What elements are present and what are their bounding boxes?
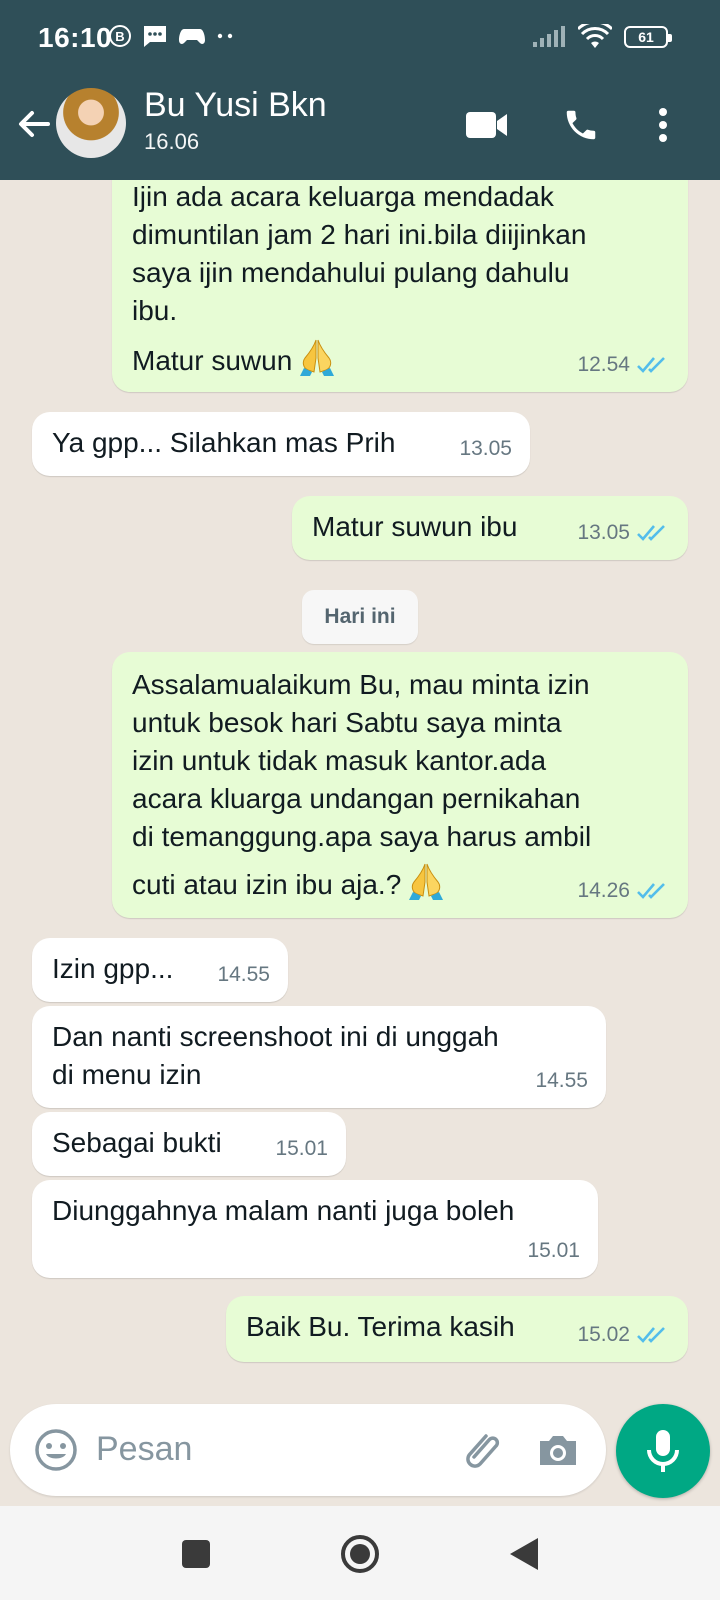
message-icon <box>144 26 166 47</box>
message-meta: 15.02 <box>577 1316 670 1354</box>
toolbar: Bu Yusi Bkn 16.06 <box>0 78 720 180</box>
contact-name: Bu Yusi Bkn <box>144 86 327 124</box>
message-text: Assalamualaikum Bu, mau minta izin untuk… <box>132 669 592 852</box>
message-bubble-incoming[interactable]: Sebagai bukti 15.01 <box>32 1112 346 1176</box>
message-time: 13.05 <box>577 521 630 544</box>
message-meta: 13.05 <box>459 430 512 468</box>
contact-info[interactable]: Bu Yusi Bkn 16.06 <box>144 86 327 155</box>
message-text: Matur suwun <box>132 345 293 376</box>
message-time: 15.01 <box>527 1239 580 1262</box>
recents-button[interactable] <box>172 1530 220 1578</box>
message-text: Diunggahnya malam nanti juga boleh <box>52 1195 515 1226</box>
message-bubble-incoming[interactable]: Izin gpp... 14.55 <box>32 938 288 1002</box>
status-system-icons: 61 <box>532 24 672 50</box>
voice-call-button[interactable] <box>556 100 606 150</box>
status-bar: 16:10 B 61 <box>0 0 720 78</box>
message-time: 14.26 <box>577 879 630 902</box>
message-list[interactable]: Ijin ada acara keluarga mendadak dimunti… <box>0 180 720 1406</box>
battery-indicator: 61 <box>624 26 672 48</box>
triangle-back-icon <box>510 1538 538 1570</box>
signal-icon <box>533 26 565 47</box>
message-meta: 15.01 <box>527 1232 580 1270</box>
message-meta: 12.54 <box>577 346 670 384</box>
message-time: 15.02 <box>577 1323 630 1346</box>
back-nav-button[interactable] <box>500 1530 548 1578</box>
wifi-icon <box>578 24 612 48</box>
more-options-button[interactable] <box>638 100 688 150</box>
video-call-button[interactable] <box>462 100 512 150</box>
message-meta: 14.55 <box>217 956 270 994</box>
message-time: 12.54 <box>577 353 630 376</box>
message-bubble-outgoing[interactable]: Ijin ada acara keluarga mendadak dimunti… <box>112 180 688 392</box>
date-divider: Hari ini <box>302 590 418 644</box>
mic-icon <box>647 1430 679 1472</box>
message-meta: 13.05 <box>577 514 670 552</box>
chat-header: 16:10 B 61 Bu Yusi Bkn 16.06 <box>0 0 720 180</box>
message-time: 14.55 <box>535 1069 588 1092</box>
message-meta: 14.55 <box>535 1062 588 1100</box>
message-bubble-outgoing[interactable]: Assalamualaikum Bu, mau minta izin untuk… <box>112 652 688 918</box>
emoji-icon[interactable] <box>32 1426 80 1474</box>
message-bubble-incoming[interactable]: Ya gpp... Silahkan mas Prih 13.05 <box>32 412 530 476</box>
double-check-icon <box>637 525 665 541</box>
folded-hands-emoji <box>409 863 444 900</box>
double-check-icon <box>637 883 665 899</box>
square-icon <box>182 1540 210 1568</box>
message-text: Dan nanti screenshoot ini di unggah di m… <box>52 1021 499 1090</box>
message-bubble-incoming[interactable]: Diunggahnya malam nanti juga boleh 15.01 <box>32 1180 598 1278</box>
message-time: 15.01 <box>275 1137 328 1160</box>
message-bubble-incoming[interactable]: Dan nanti screenshoot ini di unggah di m… <box>32 1006 606 1108</box>
b-badge-icon: B <box>109 25 131 47</box>
double-check-icon <box>637 1327 665 1343</box>
double-check-icon <box>637 357 665 373</box>
arrow-back-icon[interactable] <box>14 104 54 144</box>
last-seen: 16.06 <box>144 129 200 154</box>
voice-message-button[interactable] <box>616 1404 710 1498</box>
system-nav-bar <box>0 1506 720 1600</box>
game-controller-icon <box>179 29 205 44</box>
message-text: Ya gpp... Silahkan mas Prih <box>52 427 396 458</box>
attach-icon[interactable] <box>456 1426 504 1474</box>
message-time: 14.55 <box>217 963 270 986</box>
camera-icon[interactable] <box>534 1426 582 1474</box>
status-notification-icons: B <box>108 24 236 48</box>
svg-text:B: B <box>115 29 124 44</box>
folded-hands-emoji <box>300 339 335 376</box>
home-button[interactable] <box>336 1530 384 1578</box>
message-bubble-outgoing[interactable]: Baik Bu. Terima kasih 15.02 <box>226 1296 688 1362</box>
message-text: cuti atau izin ibu aja.? <box>132 869 402 900</box>
phone-icon <box>566 110 596 140</box>
message-composer[interactable]: Pesan <box>10 1404 606 1496</box>
message-time: 13.05 <box>459 437 512 460</box>
circle-icon <box>341 1535 379 1573</box>
message-bubble-outgoing[interactable]: Matur suwun ibu 13.05 <box>292 496 688 560</box>
avatar[interactable] <box>56 88 126 158</box>
message-meta: 15.01 <box>275 1130 328 1168</box>
message-text: Ijin ada acara keluarga mendadak dimunti… <box>132 181 587 326</box>
message-input[interactable]: Pesan <box>96 1430 192 1469</box>
more-notifications-icon <box>217 33 233 39</box>
message-meta: 14.26 <box>577 872 670 910</box>
more-vert-icon <box>659 108 667 142</box>
status-time: 16:10 <box>38 22 113 53</box>
video-call-icon <box>466 112 507 138</box>
battery-level: 61 <box>638 29 654 45</box>
